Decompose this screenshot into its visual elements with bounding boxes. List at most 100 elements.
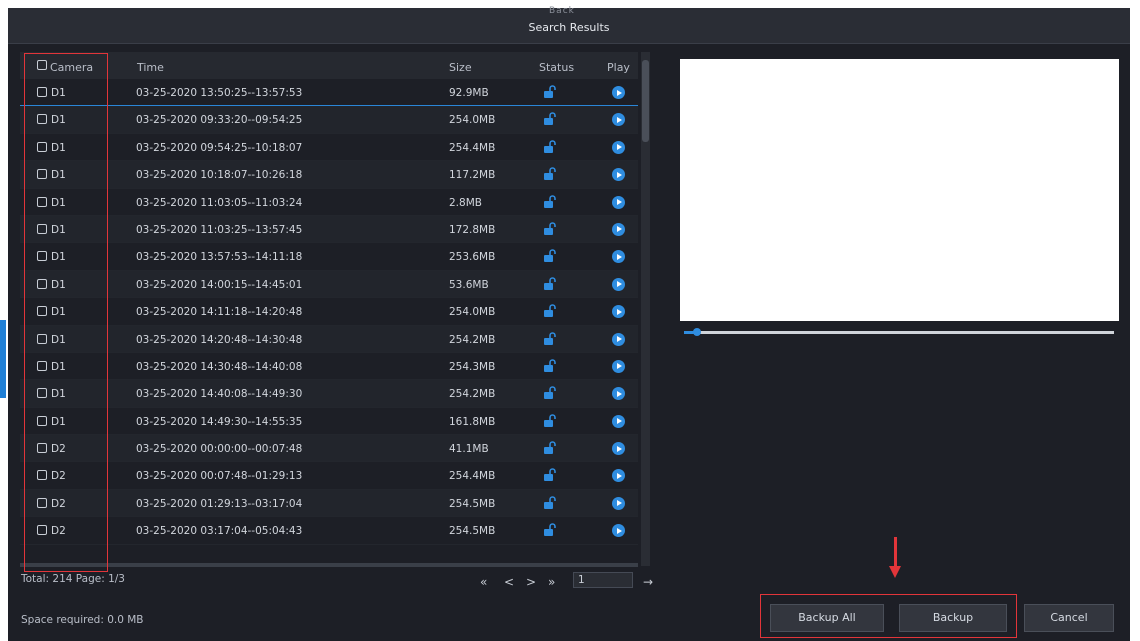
- row-size: 161.8MB: [449, 415, 496, 428]
- row-time: 03-25-2020 00:00:00--00:07:48: [136, 443, 303, 456]
- unlock-icon[interactable]: [543, 523, 557, 537]
- unlock-icon[interactable]: [543, 112, 557, 126]
- row-size: 253.6MB: [449, 251, 496, 264]
- table-row[interactable]: D2 03-25-2020 00:00:00--00:07:48 41.1MB: [20, 435, 638, 463]
- unlock-icon[interactable]: [543, 359, 557, 373]
- table-row[interactable]: D1 03-25-2020 14:00:15--14:45:01 53.6MB: [20, 270, 638, 299]
- unlock-icon[interactable]: [543, 140, 557, 154]
- unlock-icon[interactable]: [543, 304, 557, 318]
- last-page-button[interactable]: »: [548, 575, 555, 589]
- cancel-button[interactable]: Cancel: [1024, 604, 1114, 632]
- unlock-icon[interactable]: [543, 167, 557, 181]
- row-size: 2.8MB: [449, 196, 482, 209]
- play-icon[interactable]: [612, 332, 625, 346]
- annotation-arrow: [894, 537, 897, 567]
- row-size: 53.6MB: [449, 278, 489, 291]
- row-time: 03-25-2020 10:18:07--10:26:18: [136, 169, 303, 182]
- play-icon[interactable]: [612, 524, 625, 538]
- row-time: 03-25-2020 09:33:20--09:54:25: [136, 114, 303, 127]
- header-status: Status: [539, 61, 575, 74]
- row-time: 03-25-2020 13:50:25--13:57:53: [136, 87, 303, 99]
- unlock-icon[interactable]: [543, 249, 557, 263]
- row-time: 03-25-2020 01:29:13--03:17:04: [136, 497, 303, 510]
- row-time: 03-25-2020 14:20:48--14:30:48: [136, 333, 303, 346]
- play-icon[interactable]: [612, 359, 625, 373]
- play-icon[interactable]: [612, 414, 625, 428]
- row-size: 254.5MB: [449, 525, 496, 538]
- table-row[interactable]: D2 03-25-2020 01:29:13--03:17:04 254.5MB: [20, 489, 638, 518]
- scroll-thumb[interactable]: [642, 60, 649, 142]
- row-time: 03-25-2020 11:03:05--11:03:24: [136, 196, 303, 209]
- unlock-icon[interactable]: [543, 413, 557, 428]
- row-time: 03-25-2020 03:17:04--05:04:43: [136, 525, 303, 538]
- row-time: 03-25-2020 11:03:25--13:57:45: [136, 223, 303, 236]
- table-row[interactable]: D1 03-25-2020 13:57:53--14:11:18 253.6MB: [20, 243, 638, 271]
- table-row[interactable]: D1 03-25-2020 09:54:25--10:18:07 254.4MB: [20, 134, 638, 162]
- next-page-button[interactable]: >: [526, 575, 536, 589]
- table-row[interactable]: D1 03-25-2020 14:20:48--14:30:48 254.2MB: [20, 325, 638, 353]
- total-page-info: Total: 214 Page: 1/3: [21, 573, 125, 585]
- row-size: 254.4MB: [449, 470, 496, 483]
- first-page-button[interactable]: «: [480, 575, 487, 589]
- row-size: 172.8MB: [449, 223, 496, 236]
- horizontal-scrollbar[interactable]: [20, 563, 638, 567]
- unlock-icon[interactable]: [543, 85, 557, 99]
- prev-page-button[interactable]: <: [504, 575, 514, 589]
- header-time[interactable]: Time: [137, 61, 164, 74]
- header-size[interactable]: Size: [449, 61, 472, 74]
- vertical-scrollbar[interactable]: [641, 52, 650, 566]
- background-accent: [0, 320, 6, 398]
- behind-window-title: Back: [549, 6, 575, 16]
- unlock-icon[interactable]: [543, 441, 557, 455]
- row-time: 03-25-2020 00:07:48--01:29:13: [136, 470, 303, 483]
- unlock-icon[interactable]: [543, 276, 557, 291]
- row-size: 41.1MB: [449, 443, 489, 456]
- table-row[interactable]: D1 03-25-2020 11:03:25--13:57:45 172.8MB: [20, 215, 638, 244]
- table-row[interactable]: D2 03-25-2020 00:07:48--01:29:13 254.4MB: [20, 462, 638, 490]
- table-row[interactable]: D1 03-25-2020 10:18:07--10:26:18 117.2MB: [20, 161, 638, 189]
- table-row[interactable]: D2 03-25-2020 03:17:04--05:04:43 254.5MB: [20, 517, 638, 545]
- unlock-icon[interactable]: [543, 468, 557, 482]
- table-row[interactable]: D1 03-25-2020 09:33:20--09:54:25 254.0MB: [20, 106, 638, 134]
- play-icon[interactable]: [612, 168, 625, 182]
- play-icon[interactable]: [612, 222, 625, 236]
- table-row[interactable]: D1 03-25-2020 11:03:05--11:03:24 2.8MB: [20, 189, 638, 216]
- row-size: 254.5MB: [449, 497, 496, 510]
- play-icon[interactable]: [612, 113, 625, 127]
- table-row[interactable]: D1 03-25-2020 14:30:48--14:40:08 254.3MB: [20, 353, 638, 381]
- play-icon[interactable]: [612, 86, 625, 99]
- row-time: 03-25-2020 14:30:48--14:40:08: [136, 360, 303, 373]
- table-row[interactable]: D1 03-25-2020 13:50:25--13:57:53 92.9MB: [20, 79, 638, 107]
- table-body: D1 03-25-2020 13:50:25--13:57:53 92.9MB D1 0…: [20, 79, 638, 545]
- space-required: Space required: 0.0 MB: [21, 614, 144, 626]
- backup-buttons-highlight: [760, 594, 1017, 638]
- play-icon[interactable]: [612, 195, 625, 209]
- table-row[interactable]: D1 03-25-2020 14:11:18--14:20:48 254.0MB: [20, 298, 638, 326]
- play-icon[interactable]: [612, 250, 625, 264]
- play-icon[interactable]: [612, 496, 625, 510]
- unlock-icon[interactable]: [543, 331, 557, 346]
- table-row[interactable]: D1 03-25-2020 14:49:30--14:55:35 161.8MB: [20, 408, 638, 436]
- playback-slider[interactable]: [684, 331, 1114, 334]
- table-row[interactable]: D1 03-25-2020 14:40:08--14:49:30 254.2MB: [20, 380, 638, 408]
- page-number-input[interactable]: 1: [573, 572, 633, 588]
- unlock-icon[interactable]: [543, 222, 557, 236]
- header-play: Play: [607, 61, 630, 74]
- play-icon[interactable]: [612, 387, 625, 401]
- unlock-icon[interactable]: [543, 496, 557, 510]
- play-icon[interactable]: [612, 442, 625, 456]
- row-size: 117.2MB: [449, 169, 496, 182]
- row-size: 254.2MB: [449, 388, 496, 401]
- dialog-titlebar: Back Search Results: [8, 6, 1130, 44]
- play-icon[interactable]: [612, 277, 625, 291]
- annotation-arrow-head: [889, 566, 901, 578]
- unlock-icon[interactable]: [543, 194, 557, 209]
- unlock-icon[interactable]: [543, 386, 557, 400]
- play-icon[interactable]: [612, 305, 625, 319]
- playback-slider-handle[interactable]: [693, 328, 701, 336]
- row-size: 92.9MB: [449, 87, 489, 99]
- row-size: 254.4MB: [449, 141, 496, 154]
- play-icon[interactable]: [612, 469, 625, 483]
- go-page-button[interactable]: →: [643, 575, 653, 589]
- play-icon[interactable]: [612, 140, 625, 154]
